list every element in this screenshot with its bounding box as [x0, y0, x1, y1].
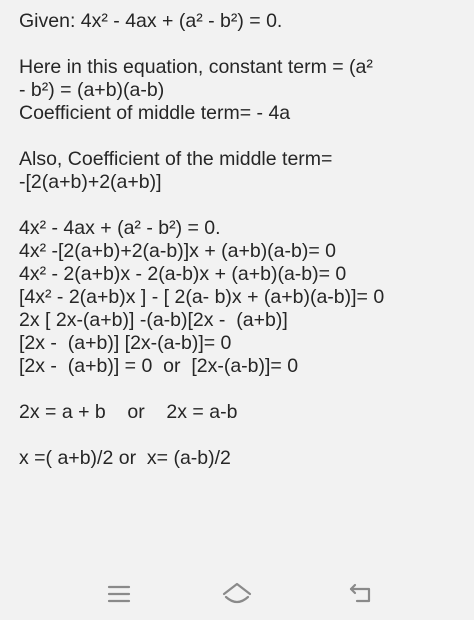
equation-line: 4x² - 2(a+b)x - 2(a-b)x + (a+b)(a-b)= 0	[19, 263, 347, 285]
navigation-bar	[0, 565, 474, 620]
equation-line: 2x = a + b or 2x = a-b	[19, 401, 238, 423]
answer-line: x =( a+b)/2 or x= (a-b)/2	[19, 447, 231, 469]
text-line: Here in this equation, constant term = (…	[19, 56, 373, 78]
equation-line: 4x² -[2(a+b)+2(a-b)]x + (a+b)(a-b)= 0	[19, 240, 337, 262]
back-button[interactable]	[343, 579, 379, 609]
text-line: - b²) = (a+b)(a-b)	[19, 79, 165, 101]
menu-button[interactable]	[101, 579, 137, 609]
text-line: Coefficient of middle term= - 4a	[19, 102, 291, 124]
home-button[interactable]	[219, 579, 255, 609]
text-line: Also, Coefficient of the middle term=	[19, 148, 333, 170]
text-line: Given: 4x² - 4ax + (a² - b²) = 0.	[19, 10, 283, 32]
equation-line: 4x² - 4ax + (a² - b²) = 0.	[19, 217, 221, 239]
solution-text: Given: 4x² - 4ax + (a² - b²) = 0. Here i…	[19, 10, 469, 470]
home-icon	[222, 582, 252, 604]
menu-icon	[107, 585, 131, 603]
back-icon	[349, 583, 371, 603]
equation-line: 2x [ 2x-(a+b)] -(a-b)[2x - (a+b)]	[19, 309, 288, 331]
text-line: -[2(a+b)+2(a+b)]	[19, 171, 162, 193]
equation-line: [2x - (a+b)] [2x-(a-b)]= 0	[19, 332, 232, 354]
equation-line: [2x - (a+b)] = 0 or [2x-(a-b)]= 0	[19, 355, 299, 377]
equation-line: [4x² - 2(a+b)x ] - [ 2(a- b)x + (a+b)(a-…	[19, 286, 385, 308]
